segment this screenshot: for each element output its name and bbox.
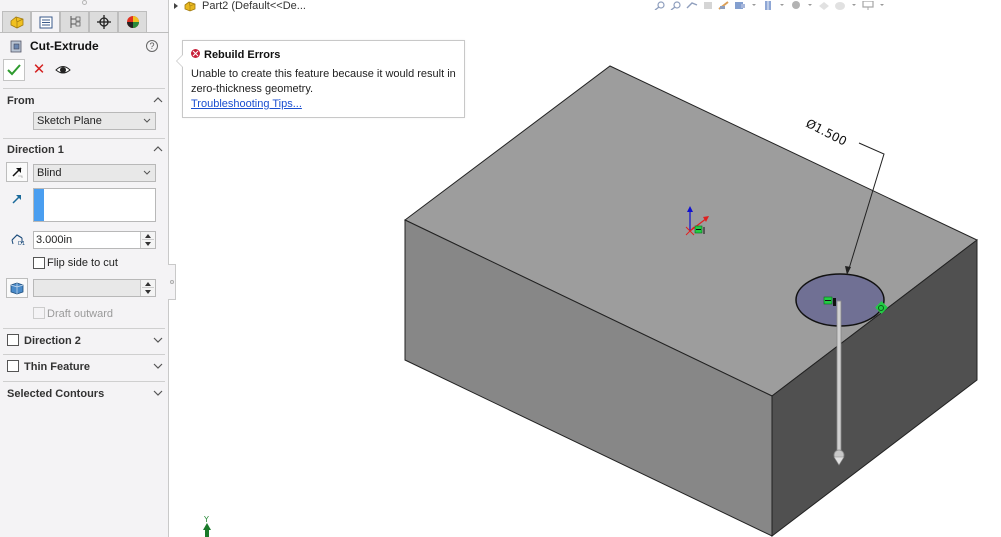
tab-display-manager[interactable] <box>118 11 147 32</box>
draft-angle-input[interactable] <box>33 279 156 297</box>
feature-title-text: Cut-Extrude <box>30 39 99 53</box>
thin-feature-checkbox[interactable] <box>7 360 19 372</box>
end-condition-select[interactable]: Blind <box>33 164 156 182</box>
expand-caret-icon[interactable] <box>174 3 178 9</box>
svg-text:Y: Y <box>203 515 209 524</box>
edit-appearance-icon[interactable] <box>818 1 830 10</box>
apply-scene-icon[interactable] <box>834 1 846 10</box>
end-condition-value: Blind <box>37 167 62 179</box>
cut-extrude-icon <box>10 40 22 53</box>
solidworks-window: Ø1.500 Y Part2 (Default<<De... Rebuild E… <box>0 0 1001 537</box>
direction2-section-heading[interactable]: Direction 2 <box>24 335 81 347</box>
divider <box>3 354 165 355</box>
draft-outward-checkbox[interactable] <box>33 307 45 319</box>
hide-show-dropdown[interactable] <box>808 4 812 6</box>
tab-property-manager[interactable] <box>31 11 60 33</box>
draft-angle-spinner[interactable] <box>140 280 155 296</box>
tooltip-message: Unable to create this feature because it… <box>191 68 456 95</box>
reverse-direction-button[interactable] <box>6 162 28 182</box>
draft-outward-label: Draft outward <box>47 308 114 320</box>
manager-tabs <box>2 11 147 33</box>
depth-icon: D1 <box>11 234 25 246</box>
direction1-section-heading[interactable]: Direction 1 <box>7 144 64 156</box>
divider <box>3 328 165 329</box>
property-manager-panel: Cut-Extrude ? ✕ From Sketch Plane Direct… <box>0 0 169 537</box>
chevron-down-icon[interactable] <box>153 336 163 344</box>
depth-spinner[interactable] <box>140 232 155 248</box>
chevron-down-icon[interactable] <box>153 362 163 370</box>
checkmark-icon <box>7 64 21 76</box>
display-style-dropdown[interactable] <box>780 4 784 6</box>
divider <box>3 381 165 382</box>
troubleshooting-tips-link[interactable]: Troubleshooting Tips... <box>191 98 302 110</box>
chevron-down-icon[interactable] <box>153 389 163 397</box>
flip-side-to-cut-checkbox[interactable] <box>33 257 45 269</box>
part-name: Part2 (Default<<De... <box>202 0 306 12</box>
panel-collapse-handle[interactable] <box>168 264 176 300</box>
rebuild-errors-tooltip: Rebuild Errors Unable to create this fea… <box>176 40 465 118</box>
view-settings-icon[interactable] <box>862 0 874 10</box>
dimxpert-icon <box>96 15 111 29</box>
property-manager-icon <box>39 16 52 29</box>
zoom-to-area-icon[interactable] <box>670 0 682 10</box>
from-start-condition-select[interactable]: Sketch Plane <box>33 112 156 130</box>
hide-show-items-icon[interactable] <box>790 0 802 10</box>
feature-title: Cut-Extrude <box>10 39 99 53</box>
cancel-button[interactable]: ✕ <box>32 62 46 78</box>
flip-side-to-cut-label[interactable]: Flip side to cut <box>47 257 118 269</box>
feature-manager-icon <box>10 16 23 29</box>
chevron-up-icon[interactable] <box>153 145 163 153</box>
tabs-divider <box>0 32 169 33</box>
ok-button[interactable] <box>3 59 25 81</box>
from-section-heading[interactable]: From <box>7 95 35 107</box>
view-triad-icon: Y <box>203 515 211 537</box>
dimension-text[interactable]: Ø1.500 <box>804 116 849 148</box>
direction-of-extrusion-icon <box>12 195 21 204</box>
detailed-preview-eye-icon[interactable] <box>55 63 71 77</box>
svg-text:D1: D1 <box>18 241 25 246</box>
from-select-value: Sketch Plane <box>37 115 102 127</box>
previous-view-icon[interactable] <box>686 1 698 10</box>
handle-dot-icon <box>170 280 174 284</box>
divider <box>3 88 165 89</box>
tooltip-title: Rebuild Errors <box>191 48 281 61</box>
configuration-manager-icon <box>70 16 80 28</box>
panel-grip-icon[interactable] <box>82 0 87 5</box>
tab-configuration-manager[interactable] <box>60 11 89 32</box>
selection-focus-bar <box>34 189 44 221</box>
tooltip-title-text: Rebuild Errors <box>204 49 281 61</box>
direction-selection-box[interactable] <box>33 188 156 222</box>
display-manager-icon <box>126 16 139 28</box>
thin-feature-section-heading[interactable]: Thin Feature <box>24 361 90 373</box>
reverse-direction-icon <box>12 167 23 178</box>
error-icon <box>191 48 200 58</box>
zoom-to-fit-icon[interactable] <box>654 0 666 10</box>
view-settings-dropdown[interactable] <box>880 4 884 6</box>
section-view-icon[interactable] <box>702 1 714 10</box>
view-orientation-dropdown[interactable] <box>752 4 756 6</box>
tab-dimxpert-manager[interactable] <box>89 11 118 32</box>
apply-scene-dropdown[interactable] <box>852 4 856 6</box>
direction2-checkbox[interactable] <box>7 334 19 346</box>
display-style-icon[interactable] <box>762 0 774 10</box>
chevron-up-icon[interactable] <box>153 96 163 104</box>
depth-input[interactable]: 3.000in <box>33 231 156 249</box>
help-icon[interactable]: ? <box>146 40 158 52</box>
part-icon <box>184 1 196 11</box>
draft-on-off-button[interactable] <box>6 278 28 298</box>
depth-value: 3.000in <box>36 234 73 246</box>
chevron-down-icon <box>143 118 151 123</box>
divider <box>3 138 165 139</box>
view-orientation-icon[interactable] <box>734 1 746 10</box>
draft-icon <box>10 282 24 295</box>
flyout-feature-tree-item[interactable]: Part2 (Default<<De... <box>174 0 306 12</box>
dynamic-annotation-icon[interactable] <box>718 0 730 10</box>
tab-feature-manager[interactable] <box>2 11 31 32</box>
chevron-down-icon <box>143 170 151 175</box>
selected-contours-section-heading[interactable]: Selected Contours <box>7 388 104 400</box>
heads-up-view-toolbar <box>654 0 886 10</box>
